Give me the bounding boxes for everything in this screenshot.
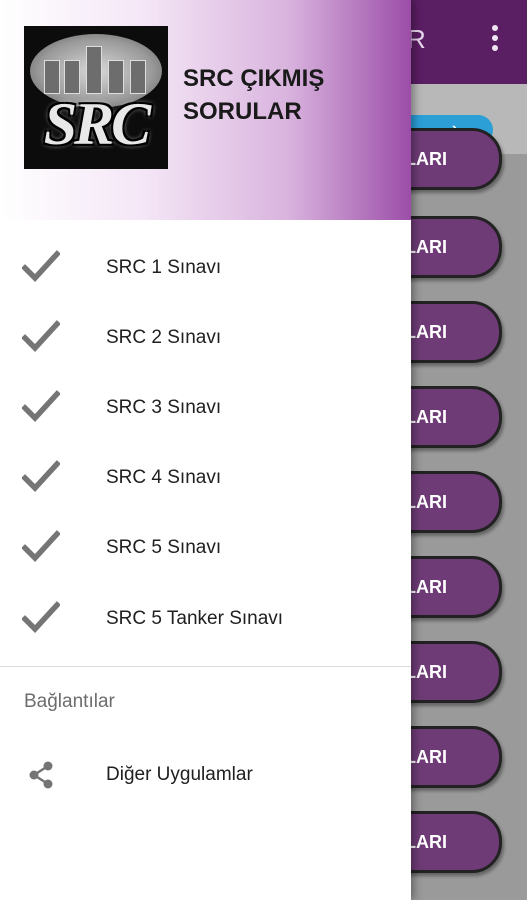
check-icon xyxy=(22,250,60,282)
nav-item-label: SRC 1 Sınavı xyxy=(106,257,222,278)
nav-item-label: Diğer Uygulamlar xyxy=(106,764,253,785)
section-title: Bağlantılar xyxy=(24,691,115,712)
drawer-divider xyxy=(0,666,411,667)
app-title-line2: SORULAR xyxy=(183,98,302,125)
check-icon xyxy=(22,460,60,492)
nav-item-other-apps[interactable]: Diğer Uygulamlar xyxy=(0,740,411,810)
check-icon xyxy=(22,320,60,352)
navigation-drawer: SRC SRC ÇIKMIŞ SORULAR SRC 1 Sınavı SRC … xyxy=(0,0,411,900)
check-icon xyxy=(22,390,60,422)
nav-item-label: SRC 5 Sınavı xyxy=(106,537,222,558)
app-title-line1: SRC ÇIKMIŞ xyxy=(183,65,325,92)
app-title: SRC ÇIKMIŞ SORULAR xyxy=(183,62,324,128)
nav-item-src5-tanker[interactable]: SRC 5 Tanker Sınavı xyxy=(0,584,411,654)
nav-item-src1[interactable]: SRC 1 Sınavı xyxy=(0,233,411,303)
app-logo: SRC xyxy=(24,26,168,169)
nav-item-label: SRC 5 Tanker Sınavı xyxy=(106,608,284,629)
nav-item-label: SRC 3 Sınavı xyxy=(106,397,222,418)
check-icon xyxy=(22,601,60,633)
nav-item-src2[interactable]: SRC 2 Sınavı xyxy=(0,303,411,373)
share-icon xyxy=(29,761,53,789)
drawer-header: SRC SRC ÇIKMIŞ SORULAR xyxy=(0,0,411,220)
nav-item-src3[interactable]: SRC 3 Sınavı xyxy=(0,373,411,443)
nav-item-src4[interactable]: SRC 4 Sınavı xyxy=(0,443,411,513)
nav-item-src5[interactable]: SRC 5 Sınavı xyxy=(0,513,411,583)
overflow-menu-icon[interactable] xyxy=(484,22,506,58)
logo-text: SRC xyxy=(43,91,151,157)
nav-item-label: SRC 4 Sınavı xyxy=(106,467,222,488)
nav-item-label: SRC 2 Sınavı xyxy=(106,327,222,348)
check-icon xyxy=(22,530,60,562)
